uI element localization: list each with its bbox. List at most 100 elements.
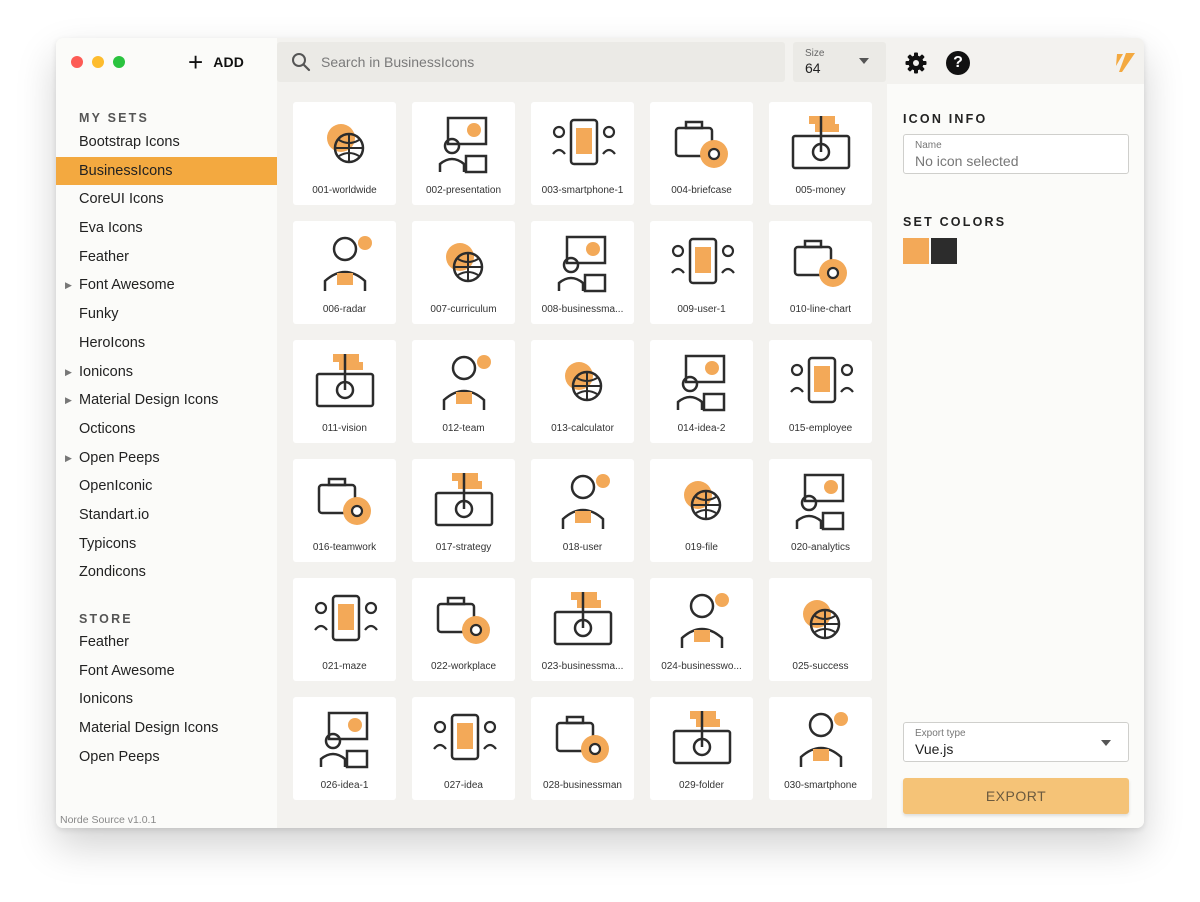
sidebar-item-font-awesome[interactable]: ▶ Font Awesome	[56, 271, 277, 300]
sidebar-item-label: OpenIconic	[79, 478, 153, 495]
icon-card[interactable]: 015-employee	[769, 340, 872, 443]
export-button[interactable]: EXPORT	[903, 778, 1129, 814]
icon-name: 012-team	[442, 423, 485, 434]
sidebar-item-octicons[interactable]: Octicons	[56, 415, 277, 444]
store-heading: STORE	[79, 612, 133, 626]
icon-card[interactable]: 025-success	[769, 578, 872, 681]
icon-name: 013-calculator	[551, 423, 614, 434]
icon-card[interactable]: 006-radar	[293, 221, 396, 324]
icon-card[interactable]: 023-businessma...	[531, 578, 634, 681]
store-item-ionicons[interactable]: Ionicons	[56, 685, 277, 714]
secondary-color-swatch[interactable]	[931, 238, 957, 264]
sidebar-item-funky[interactable]: Funky	[56, 300, 277, 329]
sidebar-item-material-design-icons[interactable]: ▶ Material Design Icons	[56, 386, 277, 415]
sidebar-item-label: BusinessIcons	[79, 162, 173, 179]
icon-card[interactable]: 019-file	[650, 459, 753, 562]
icon-card[interactable]: 009-user-1	[650, 221, 753, 324]
icon-card[interactable]: 020-analytics	[769, 459, 872, 562]
store-item-open-peeps[interactable]: Open Peeps	[56, 743, 277, 772]
search-bar	[277, 42, 785, 82]
minimize-window-button[interactable]	[92, 56, 104, 68]
sidebar-item-eva-icons[interactable]: Eva Icons	[56, 214, 277, 243]
icon-info-panel: ICON INFO Name No icon selected SET COLO…	[887, 84, 1144, 828]
icon-card[interactable]: 026-idea-1	[293, 697, 396, 800]
icon-name: 014-idea-2	[677, 423, 726, 434]
icon-card[interactable]: 028-businessman	[531, 697, 634, 800]
expand-arrow-icon[interactable]: ▶	[65, 444, 72, 473]
icon-card[interactable]: 024-businesswo...	[650, 578, 753, 681]
icon-card[interactable]: 021-maze	[293, 578, 396, 681]
icon-card[interactable]: 002-presentation	[412, 102, 515, 205]
file-icon	[684, 481, 722, 521]
analytics-icon	[795, 473, 845, 531]
expand-arrow-icon[interactable]: ▶	[65, 386, 72, 415]
search-input[interactable]	[321, 54, 761, 70]
primary-color-swatch[interactable]	[903, 238, 929, 264]
sidebar-item-zondicons[interactable]: Zondicons	[56, 558, 277, 587]
sidebar-item-openiconic[interactable]: OpenIconic	[56, 472, 277, 501]
app-window: + ADD MY SETS Bootstrap Icons BusinessIco…	[56, 38, 1144, 828]
icon-card[interactable]: 010-line-chart	[769, 221, 872, 324]
icon-card[interactable]: 014-idea-2	[650, 340, 753, 443]
smartphone-icon	[552, 118, 616, 166]
sidebar-item-coreui-icons[interactable]: CoreUI Icons	[56, 185, 277, 214]
icon-card[interactable]: 029-folder	[650, 697, 753, 800]
icon-card[interactable]: 005-money	[769, 102, 872, 205]
sidebar-item-open-peeps[interactable]: ▶ Open Peeps	[56, 444, 277, 473]
icon-card[interactable]: 012-team	[412, 340, 515, 443]
sidebar-item-typicons[interactable]: Typicons	[56, 530, 277, 559]
sidebar-item-ionicons[interactable]: ▶ Ionicons	[56, 358, 277, 387]
icon-card[interactable]: 007-curriculum	[412, 221, 515, 324]
store-item-feather[interactable]: Feather	[56, 628, 277, 657]
user-network-icon	[671, 237, 735, 285]
vision-icon	[315, 354, 375, 408]
icon-card[interactable]: 016-teamwork	[293, 459, 396, 562]
export-type-value: Vue.js	[915, 741, 954, 757]
icon-card[interactable]: 022-workplace	[412, 578, 515, 681]
icon-card[interactable]: 018-user	[531, 459, 634, 562]
icon-card[interactable]: 001-worldwide	[293, 102, 396, 205]
sidebar-item-standart-io[interactable]: Standart.io	[56, 501, 277, 530]
businesswoman-icon	[680, 593, 729, 648]
icon-name: 007-curriculum	[430, 304, 497, 315]
icon-card[interactable]: 011-vision	[293, 340, 396, 443]
sidebar-item-feather[interactable]: Feather	[56, 243, 277, 272]
store-item-material-design-icons[interactable]: Material Design Icons	[56, 714, 277, 743]
icon-card[interactable]: 030-smartphone	[769, 697, 872, 800]
teamwork-icon	[317, 477, 371, 525]
icon-grid: 001-worldwide 002-presentation 003-smartph…	[293, 102, 872, 800]
sidebar-item-label: Open Peeps	[79, 748, 160, 765]
icon-card[interactable]: 004-briefcase	[650, 102, 753, 205]
sidebar-item-label: Feather	[79, 248, 129, 265]
sidebar: + ADD MY SETS Bootstrap Icons BusinessIco…	[56, 38, 277, 828]
sidebar-item-bootstrap-icons[interactable]: Bootstrap Icons	[56, 128, 277, 157]
expand-arrow-icon[interactable]: ▶	[65, 358, 72, 387]
close-window-button[interactable]	[71, 56, 83, 68]
store-item-font-awesome[interactable]: Font Awesome	[56, 657, 277, 686]
sidebar-item-heroicons[interactable]: HeroIcons	[56, 329, 277, 358]
gear-icon[interactable]	[904, 51, 928, 75]
worldwide-icon	[327, 124, 365, 164]
help-icon[interactable]: ?	[946, 51, 970, 75]
icon-card[interactable]: 017-strategy	[412, 459, 515, 562]
maximize-window-button[interactable]	[113, 56, 125, 68]
add-button[interactable]: + ADD	[188, 49, 244, 75]
export-type-select[interactable]: Export type Vue.js	[903, 722, 1129, 762]
icon-card[interactable]: 008-businessma...	[531, 221, 634, 324]
businessman-icon	[555, 715, 609, 763]
icon-name-field[interactable]: Name No icon selected	[903, 134, 1129, 174]
size-select[interactable]: Size 64	[793, 42, 886, 82]
user-globe-icon	[561, 474, 610, 529]
icon-card[interactable]: 013-calculator	[531, 340, 634, 443]
icon-name: 018-user	[562, 542, 603, 553]
icon-info-heading: ICON INFO	[903, 112, 988, 126]
icon-card[interactable]: 003-smartphone-1	[531, 102, 634, 205]
workplace-icon	[436, 596, 490, 644]
icon-name: 020-analytics	[791, 542, 850, 553]
expand-arrow-icon[interactable]: ▶	[65, 271, 72, 300]
version-label: Norde Source v1.0.1	[60, 814, 157, 826]
sidebar-item-businessicons[interactable]: BusinessIcons	[56, 156, 277, 186]
sidebar-item-label: Material Design Icons	[79, 720, 219, 737]
icon-card[interactable]: 027-idea	[412, 697, 515, 800]
money-icon	[791, 116, 851, 170]
